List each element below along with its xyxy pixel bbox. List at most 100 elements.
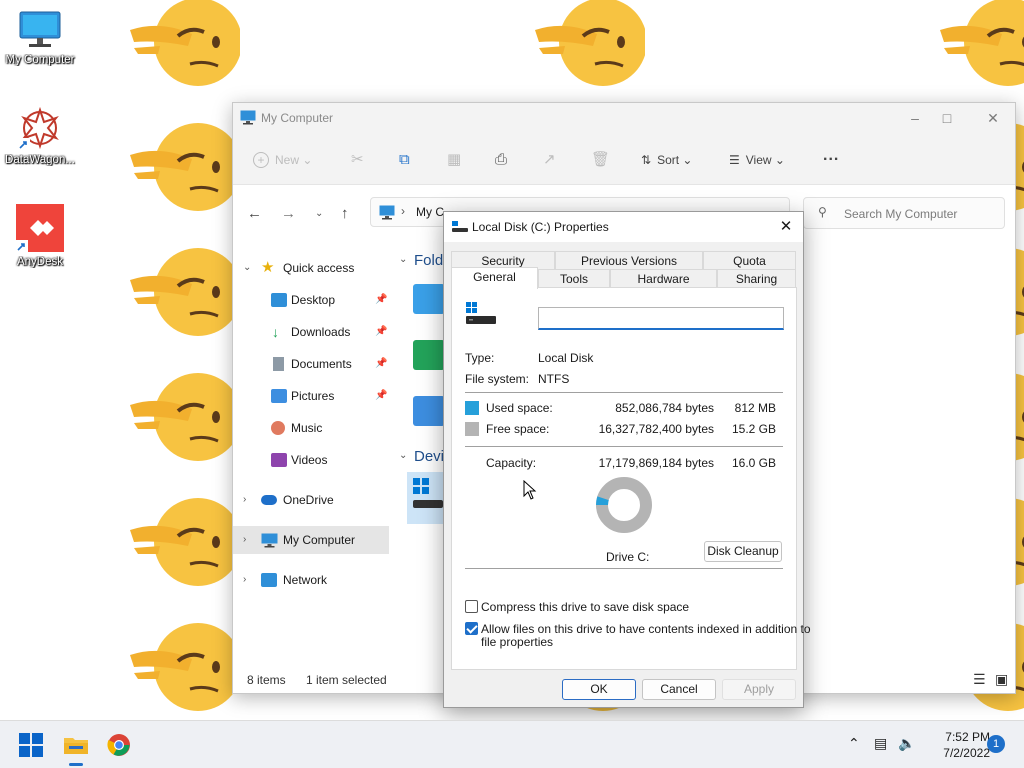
sidebar-item-quick-access[interactable]: ⌄ ★ Quick access — [233, 254, 389, 282]
anydesk-logo-icon — [16, 204, 64, 252]
sidebar-item-label: Music — [291, 421, 323, 435]
index-contents-label[interactable]: Allow files on this drive to have conten… — [481, 622, 811, 636]
view-button[interactable]: ☰ View ⌄ — [729, 149, 785, 171]
download-arrow-icon: ↓ — [272, 324, 279, 340]
compress-drive-checkbox[interactable] — [465, 600, 478, 613]
used-space-label: Used space: — [486, 401, 553, 415]
used-space-size: 812 MB — [734, 401, 776, 415]
chevron-right-icon: › — [243, 534, 247, 545]
folder-icon — [64, 738, 88, 754]
drive-icon — [466, 302, 496, 324]
tab-hardware[interactable]: Hardware — [610, 269, 717, 287]
pictures-icon — [271, 389, 287, 403]
cut-icon[interactable]: ✂ — [351, 149, 364, 171]
used-space-swatch — [465, 401, 479, 415]
compress-drive-label[interactable]: Compress this drive to save disk space — [481, 600, 689, 614]
forward-arrow-icon[interactable]: → — [281, 203, 296, 225]
cancel-button[interactable]: Cancel — [642, 679, 716, 700]
up-arrow-icon[interactable]: ↑ — [341, 203, 349, 225]
recent-locations-chevron-icon[interactable]: ⌄ — [315, 203, 323, 225]
desktop-folder-icon[interactable] — [413, 284, 445, 314]
breadcrumb-separator-icon: › — [401, 204, 405, 218]
close-button[interactable]: ✕ — [981, 107, 1005, 129]
new-button[interactable]: + New ⌄ — [253, 149, 312, 171]
paste-icon[interactable]: ▦ — [447, 149, 461, 171]
desktop-icon-anydesk[interactable]: AnyDesk — [0, 204, 80, 268]
folders-section-heading[interactable]: Fold — [414, 252, 443, 269]
pin-icon[interactable]: 📌 — [375, 286, 387, 314]
star-icon: ★ — [261, 259, 275, 276]
chrome-taskbar-button[interactable] — [107, 733, 135, 761]
copy-icon[interactable]: ⧉ — [399, 149, 410, 171]
pin-icon[interactable]: 📌 — [375, 382, 387, 410]
sidebar-item-downloads[interactable]: ↓ Downloads 📌 — [233, 318, 389, 346]
more-options-button[interactable]: ... — [823, 145, 839, 167]
dab-emoji-wallpaper-tile — [130, 123, 240, 211]
divider — [465, 446, 783, 447]
show-hidden-icons-chevron-icon[interactable]: ⌃ — [848, 735, 860, 752]
sort-button[interactable]: ⇅ Sort ⌄ — [641, 149, 692, 171]
new-label: New — [275, 153, 300, 167]
chrome-icon — [107, 734, 130, 756]
sidebar-item-onedrive[interactable]: › OneDrive — [233, 486, 389, 514]
delete-icon[interactable]: 🗑 — [591, 149, 610, 171]
volume-label-input[interactable] — [538, 307, 784, 330]
apply-button[interactable]: Apply — [722, 679, 796, 700]
ok-button[interactable]: OK — [562, 679, 636, 700]
details-view-icon[interactable]: ☰ — [973, 671, 986, 688]
tab-general[interactable]: General — [451, 267, 538, 289]
sidebar-item-documents[interactable]: Documents 📌 — [233, 350, 389, 378]
dialog-title-bar[interactable]: Local Disk (C:) Properties ✕ — [444, 212, 803, 242]
volume-icon[interactable]: 🔈 — [898, 735, 915, 752]
capacity-bytes: 17,179,869,184 bytes — [598, 456, 714, 470]
tab-sharing[interactable]: Sharing — [717, 269, 796, 287]
tab-previous-versions[interactable]: Previous Versions — [555, 251, 703, 269]
share-icon[interactable]: ↗ — [543, 149, 556, 171]
pictures-folder-icon[interactable] — [413, 396, 445, 426]
network-icon[interactable]: ▤ — [874, 735, 887, 752]
chevron-down-icon: ⌄ — [243, 262, 252, 273]
sidebar-item-music[interactable]: Music — [233, 414, 389, 442]
sidebar-item-label: Pictures — [291, 389, 335, 403]
sort-label: Sort — [657, 153, 680, 167]
explorer-title-bar[interactable]: My Computer – □ ✕ — [233, 103, 1015, 133]
add-icon: + — [253, 152, 269, 168]
back-arrow-icon[interactable]: ← — [247, 203, 262, 225]
desktop-icon-label: DataWagon... — [5, 154, 75, 166]
index-contents-label-continued[interactable]: file properties — [481, 635, 553, 649]
devices-section-heading[interactable]: Devi — [414, 448, 444, 465]
sidebar-item-desktop[interactable]: Desktop 📌 — [233, 286, 389, 314]
chevron-right-icon: › — [243, 574, 247, 585]
file-explorer-taskbar-button[interactable] — [62, 731, 90, 766]
free-space-swatch — [465, 422, 479, 436]
desktop-icon-datawagon[interactable]: DataWagon... — [0, 106, 80, 166]
notification-badge[interactable]: 1 — [987, 735, 1005, 753]
start-button[interactable] — [19, 733, 43, 757]
view-icon: ☰ — [729, 153, 740, 167]
tab-tools[interactable]: Tools — [538, 269, 610, 287]
active-app-indicator — [69, 763, 83, 766]
free-space-size: 15.2 GB — [731, 422, 776, 436]
sidebar-item-my-computer[interactable]: › My Computer — [233, 526, 389, 554]
sidebar-item-network[interactable]: › Network — [233, 566, 389, 594]
minimize-button[interactable]: – — [903, 107, 927, 129]
tab-quota[interactable]: Quota — [703, 251, 796, 269]
desktop-icon-my-computer[interactable]: My Computer — [0, 10, 80, 66]
local-disk-tile[interactable] — [407, 472, 447, 524]
maximize-button[interactable]: □ — [935, 107, 959, 129]
sidebar-item-pictures[interactable]: Pictures 📌 — [233, 382, 389, 410]
monitor-icon — [240, 110, 256, 125]
search-box[interactable]: ⚲ Search My Computer — [803, 197, 1005, 229]
rename-icon[interactable]: ⎙ — [495, 149, 507, 171]
downloads-folder-icon[interactable] — [413, 340, 445, 370]
capacity-size: 16.0 GB — [731, 456, 776, 470]
hard-drive-icon — [413, 500, 443, 508]
pin-icon[interactable]: 📌 — [375, 318, 387, 346]
sidebar-item-videos[interactable]: Videos — [233, 446, 389, 474]
disk-cleanup-button[interactable]: Disk Cleanup — [704, 541, 782, 562]
dialog-close-button[interactable]: ✕ — [775, 216, 797, 238]
taskbar-clock[interactable]: 7:52 PM 7/2/2022 — [922, 729, 990, 761]
tiles-view-icon[interactable]: ▣ — [995, 671, 1008, 688]
index-contents-checkbox[interactable] — [465, 622, 478, 635]
pin-icon[interactable]: 📌 — [375, 350, 387, 378]
